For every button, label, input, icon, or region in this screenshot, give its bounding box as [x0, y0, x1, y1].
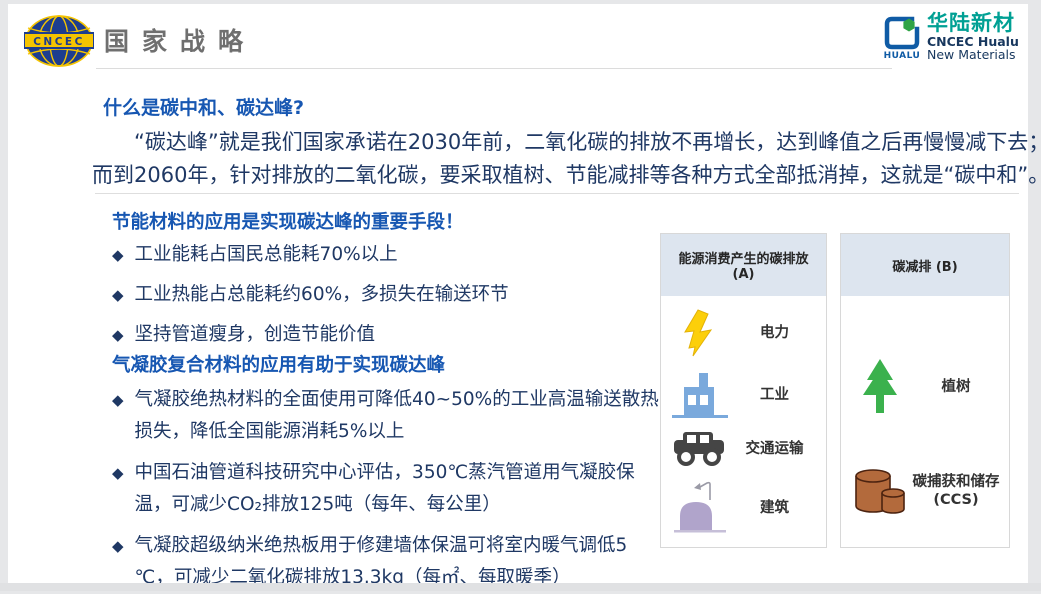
list-item: ◆ 工业热能占总能耗约60%，多损失在输送环节: [112, 282, 509, 308]
diamond-bullet-icon: ◆: [112, 322, 124, 348]
building-icon: [669, 480, 731, 536]
reduction-panel-body: 植树 碳捕获和储存 (CCS): [841, 296, 1009, 516]
list-item: 交通运输: [661, 431, 826, 467]
hualu-logo-mark: HUALU: [882, 13, 922, 61]
reduction-panel-title: 碳减排 (B): [841, 234, 1009, 296]
bullet-text: 工业能耗占国民总能耗70%以上: [135, 242, 509, 268]
aerogel-section-heading: 气凝胶复合材料的应用有助于实现碳达峰: [112, 351, 445, 377]
energy-bullet-list: ◆ 工业能耗占国民总能耗70%以上 ◆ 工业热能占总能耗约60%，多损失在输送环…: [112, 242, 509, 348]
diamond-bullet-icon: ◆: [112, 282, 124, 308]
diamond-bullet-icon: ◆: [112, 242, 124, 268]
intro-paragraph: “碳达峰”就是我们国家承诺在2030年前，二氧化碳的排放不再增长，达到峰值之后再…: [92, 126, 1022, 192]
reduction-panel: 碳减排 (B) 植树: [840, 233, 1010, 548]
emissions-panel-body: 电力 工业: [661, 296, 826, 548]
list-item: 电力: [661, 308, 826, 358]
page-title: 国家战略: [104, 22, 256, 58]
bottom-frame-strip: [0, 583, 1041, 591]
list-item: ◆ 气凝胶绝热材料的全面使用可降低40~50%的工业高温输送散热损失，降低全国能…: [112, 384, 664, 448]
emissions-panel: 能源消费产生的碳排放 (A) 电力: [660, 233, 827, 548]
diamond-bullet-icon: ◆: [112, 530, 124, 562]
bullet-text: 中国石油管道科技研究中心评估，350℃蒸汽管道用气凝胶保温，可减少CO₂排放12…: [135, 457, 664, 521]
row-label: 植树: [911, 378, 1001, 396]
hualu-name-cn: 华陆新材: [927, 12, 1019, 34]
diamond-bullet-icon: ◆: [112, 457, 124, 489]
intro-paragraph-line1: “碳达峰”就是我们国家承诺在2030年前，二氧化碳的排放不再增长，达到峰值之后再…: [92, 126, 1022, 159]
bullet-text: 工业热能占总能耗约60%，多损失在输送环节: [135, 282, 509, 308]
hualu-mark-icon: [882, 13, 922, 53]
header-divider: [96, 68, 892, 69]
barrels-icon: [849, 466, 911, 516]
slide: CNCEC 国家战略 HUALU 华陆新材 CNCEC Hualu New Ma…: [8, 4, 1028, 583]
list-item: ◆ 工业能耗占国民总能耗70%以上: [112, 242, 509, 268]
intro-paragraph-line2: 而到2060年，针对排放的二氧化碳，要采取植树、节能减排等各种方式全部抵消掉，这…: [92, 159, 1022, 192]
hualu-mark-text: HUALU: [884, 51, 921, 61]
emissions-panel-title: 能源消费产生的碳排放 (A): [661, 234, 826, 296]
bullet-text: 坚持管道瘦身，创造节能价值: [135, 322, 509, 348]
hualu-logo-text: 华陆新材 CNCEC Hualu New Materials: [927, 12, 1019, 61]
hualu-logo: HUALU 华陆新材 CNCEC Hualu New Materials: [882, 12, 1019, 61]
row-label: 电力: [731, 324, 818, 342]
tree-icon: [849, 358, 911, 416]
aerogel-bullet-list: ◆ 气凝胶绝热材料的全面使用可降低40~50%的工业高温输送散热损失，降低全国能…: [112, 384, 664, 594]
row-label-line2: (CCS): [911, 491, 1001, 509]
bullet-text: 气凝胶绝热材料的全面使用可降低40~50%的工业高温输送散热损失，降低全国能源消…: [135, 384, 664, 448]
row-label: 碳捕获和储存 (CCS): [911, 473, 1001, 509]
factory-icon: [669, 371, 731, 419]
cncec-logo-text: CNCEC: [33, 36, 85, 48]
list-item: 植树: [841, 358, 1009, 416]
cncec-logo: CNCEC: [24, 14, 94, 68]
list-item: 工业: [661, 371, 826, 419]
row-label-line1: 碳捕获和储存: [911, 473, 1001, 491]
diamond-bullet-icon: ◆: [112, 384, 124, 416]
energy-section-heading: 节能材料的应用是实现碳达峰的重要手段！: [112, 208, 464, 234]
list-item: ◆ 坚持管道瘦身，创造节能价值: [112, 322, 509, 348]
list-item: ◆ 中国石油管道科技研究中心评估，350℃蒸汽管道用气凝胶保温，可减少CO₂排放…: [112, 457, 664, 521]
lightning-icon: [669, 308, 731, 358]
list-item: 碳捕获和储存 (CCS): [841, 466, 1009, 516]
row-label: 工业: [731, 386, 818, 404]
row-label: 建筑: [731, 499, 818, 517]
car-icon: [669, 431, 731, 467]
hualu-name-en2: New Materials: [927, 48, 1019, 61]
row-label: 交通运输: [731, 440, 818, 458]
section-divider: [95, 193, 1019, 194]
intro-heading: 什么是碳中和、碳达峰?: [103, 93, 304, 120]
list-item: 建筑: [661, 480, 826, 536]
